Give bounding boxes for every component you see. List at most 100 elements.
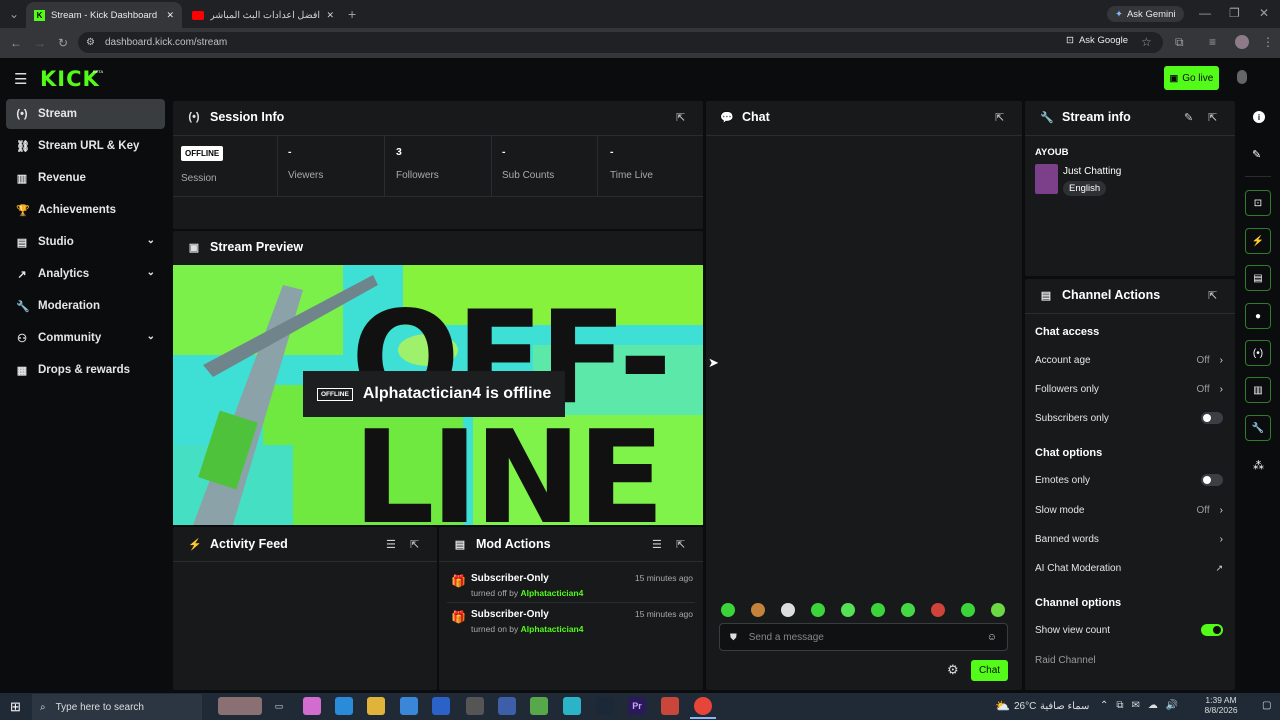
mod-user-link[interactable]: Alphatactician4 [520,588,583,598]
stream-category[interactable]: Just Chatting [1063,166,1121,177]
emote-icon[interactable] [871,603,885,617]
emote-icon[interactable] [991,603,1005,617]
sidebar-item-stream[interactable]: (•) Stream [6,99,165,129]
bookmark-star-icon[interactable]: ☆ [1141,35,1152,49]
sidebar-item-revenue[interactable]: ▥ Revenue [6,163,165,193]
hamburger-menu-icon[interactable]: ☰ [14,70,27,88]
task-view-icon[interactable]: ▭ [270,697,288,715]
rail-broadcast-icon[interactable]: (•) [1245,340,1271,366]
popout-icon[interactable]: ⇱ [995,111,1004,124]
kick-logo[interactable]: KICK [40,67,100,91]
emote-icon[interactable] [751,603,765,617]
notification-icon[interactable]: ▢ [1262,700,1271,711]
sidebar-item-achievements[interactable]: 🏆 Achievements [6,195,165,225]
extensions-icon[interactable]: ⧉ [1175,35,1184,50]
rail-more-icon[interactable]: ⁂ [1253,459,1264,472]
mod-user-link[interactable]: Alphatactician4 [521,624,584,634]
emotes-only-toggle[interactable] [1201,474,1223,486]
profile-avatar[interactable] [1235,35,1249,49]
emote-icon[interactable] [781,603,795,617]
send-chat-button[interactable]: Chat [971,660,1008,681]
emoji-icon[interactable]: ☺ [987,632,997,643]
stream-preview-image[interactable]: OFF- LINE OFFLINE Alphatactician4 is off… [173,265,703,525]
new-tab-icon[interactable]: + [348,6,356,22]
banned-words-row[interactable]: Banned words › [1035,531,1223,547]
popout-icon[interactable]: ⇱ [1208,111,1217,124]
rail-session-icon[interactable]: ▥ [1245,377,1271,403]
app-icon[interactable] [498,697,516,715]
system-tray-icons[interactable]: ⌃⧉✉☁🔊 [1100,700,1186,711]
chat-settings-gear-icon[interactable]: ⚙ [947,662,959,678]
reload-icon[interactable]: ↻ [58,36,68,50]
emote-icon[interactable] [961,603,975,617]
followers-only-row[interactable]: Followers only Off › [1035,381,1223,397]
edge-icon[interactable] [335,697,353,715]
taskbar-widget-icon[interactable] [218,697,262,715]
popout-icon[interactable]: ⇱ [410,538,419,551]
rail-clipboard-icon[interactable]: ▤ [1245,265,1271,291]
reading-list-icon[interactable]: ≡ [1209,35,1216,49]
site-info-icon[interactable]: ⚙ [86,37,95,48]
chrome-icon[interactable] [694,697,712,715]
edit-pencil-icon[interactable]: ✎ [1184,111,1193,124]
sidebar-item-studio[interactable]: ▤ Studio ⌄ [6,227,165,257]
edit-icon[interactable]: ✎ [1252,148,1261,161]
ask-google-button[interactable]: ⊡ Ask Google [1066,35,1128,46]
go-live-button[interactable]: ▣ Go live [1164,66,1219,90]
tab-kick-dashboard[interactable]: K Stream - Kick Dashboard ✕ [26,2,182,28]
sidebar-item-stream-url-key[interactable]: ⛓ Stream URL & Key [6,131,165,161]
popout-icon[interactable]: ⇱ [1208,289,1217,302]
sidebar-item-moderation[interactable]: 🔧 Moderation [6,291,165,321]
user-avatar[interactable] [1237,70,1247,84]
show-view-count-toggle[interactable] [1201,624,1223,636]
raid-channel-row[interactable]: Raid Channel [1035,652,1223,668]
rail-preview-icon[interactable]: ⊡ [1245,190,1271,216]
app-icon[interactable] [530,697,548,715]
obs-icon[interactable] [466,697,484,715]
filter-icon[interactable]: ☰ [652,538,662,551]
emote-icon[interactable] [931,603,945,617]
steam-icon[interactable] [596,697,614,715]
window-close-icon[interactable]: ✕ [1259,6,1269,20]
info-icon[interactable]: i [1253,111,1265,123]
restore-icon[interactable]: ❐ [1229,6,1240,20]
sidebar-item-analytics[interactable]: ↗ Analytics ⌄ [6,259,165,289]
windows-start-icon[interactable]: ⊞ [10,699,21,715]
sidebar-item-drops-rewards[interactable]: ▦ Drops & rewards [6,355,165,385]
outlook-icon[interactable] [432,697,450,715]
rail-chat-icon[interactable]: ● [1245,303,1271,329]
sidebar-item-community[interactable]: ⚇ Community ⌄ [6,323,165,353]
taskbar-search[interactable]: ⌕ Type here to search [32,694,202,720]
rail-wrench-icon[interactable]: 🔧 [1245,415,1271,441]
ai-moderation-row[interactable]: AI Chat Moderation ↗ [1035,560,1223,576]
clock[interactable]: 1:39 AM 8/8/2026 [1196,695,1246,715]
browser-menu-icon[interactable]: ⋮ [1262,35,1274,49]
app-icon[interactable] [563,697,581,715]
premiere-icon[interactable]: Pr [628,697,646,715]
emote-icon[interactable] [901,603,915,617]
store-icon[interactable] [400,697,418,715]
minimize-icon[interactable]: — [1199,6,1211,20]
account-age-row[interactable]: Account age Off › [1035,352,1223,368]
ask-gemini-button[interactable]: ✦ Ask Gemini [1107,6,1184,22]
close-tab-icon[interactable]: ✕ [166,10,174,21]
filter-icon[interactable]: ☰ [386,538,396,551]
rail-lightning-icon[interactable]: ⚡ [1245,228,1271,254]
forward-icon[interactable]: → [34,36,46,50]
address-bar[interactable]: ⚙ dashboard.kick.com/stream [78,32,1163,53]
emote-icon[interactable] [841,603,855,617]
close-tab-icon[interactable]: ✕ [326,10,334,21]
chat-input[interactable]: ⛊ Send a message ☺ [719,623,1008,651]
emote-icon[interactable] [721,603,735,617]
tab-youtube[interactable]: افضل اعدادات البث المباشر في ... ✕ [184,2,342,28]
file-explorer-icon[interactable] [367,697,385,715]
app-icon[interactable] [661,697,679,715]
back-icon[interactable]: ← [10,36,22,50]
subscribers-only-toggle[interactable] [1201,412,1223,424]
tab-search-icon[interactable]: ⌄ [9,7,19,21]
popout-icon[interactable]: ⇱ [676,111,685,124]
copilot-icon[interactable] [303,697,321,715]
emote-icon[interactable] [811,603,825,617]
popout-icon[interactable]: ⇱ [676,538,685,551]
slow-mode-row[interactable]: Slow mode Off › [1035,502,1223,518]
